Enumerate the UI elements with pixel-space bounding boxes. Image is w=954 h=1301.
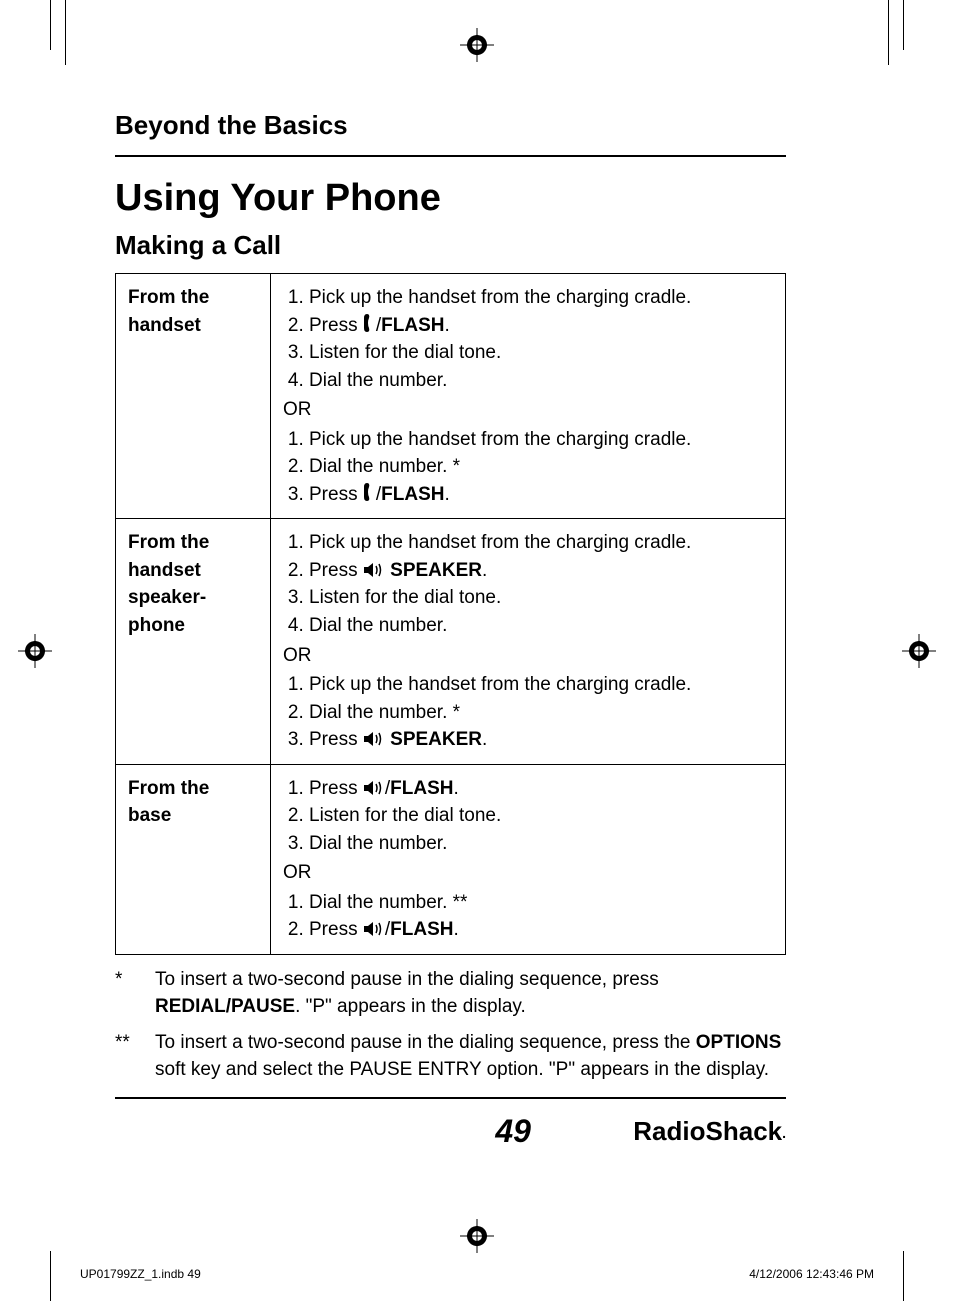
footnote-mark: ** bbox=[115, 1030, 155, 1083]
steps-list: Pick up the handset from the charging cr… bbox=[283, 529, 773, 639]
steps-list: Pick up the handset from the charging cr… bbox=[283, 426, 773, 509]
step-item: Press SPEAKER. bbox=[309, 557, 773, 585]
speaker-icon bbox=[363, 921, 385, 937]
step-item: Dial the number. bbox=[309, 612, 773, 640]
registration-mark-icon bbox=[18, 634, 52, 668]
horizontal-rule bbox=[115, 155, 786, 157]
footnotes-block: *To insert a two-second pause in the dia… bbox=[115, 967, 786, 1083]
step-item: Listen for the dial tone. bbox=[309, 802, 773, 830]
registration-mark-icon bbox=[902, 634, 936, 668]
instructions-table: From thehandset Pick up the handset from … bbox=[115, 273, 786, 955]
step-item: Dial the number. ** bbox=[309, 889, 773, 917]
footnote-text: To insert a two-second pause in the dial… bbox=[155, 1030, 786, 1083]
steps-list: Dial the number. **Press /FLASH. bbox=[283, 889, 773, 944]
step-item: Dial the number. * bbox=[309, 453, 773, 481]
step-item: Press SPEAKER. bbox=[309, 726, 773, 754]
or-separator: OR bbox=[283, 396, 773, 424]
or-separator: OR bbox=[283, 642, 773, 670]
step-item: Press /FLASH. bbox=[309, 775, 773, 803]
footnote: *To insert a two-second pause in the dia… bbox=[115, 967, 786, 1020]
step-item: Listen for the dial tone. bbox=[309, 339, 773, 367]
row-label: From thebase bbox=[116, 764, 271, 954]
section-title: Beyond the Basics bbox=[115, 110, 786, 141]
speaker-icon bbox=[363, 562, 385, 578]
step-item: Pick up the handset from the charging cr… bbox=[309, 426, 773, 454]
or-separator: OR bbox=[283, 859, 773, 887]
row-steps: Pick up the handset from the charging cr… bbox=[271, 519, 786, 764]
row-label: From thehandset bbox=[116, 274, 271, 519]
step-item: Press /FLASH. bbox=[309, 916, 773, 944]
print-file-info: UP01799ZZ_1.indb 49 bbox=[80, 1267, 201, 1281]
registration-mark-icon bbox=[460, 28, 494, 62]
table-row: From thehandsetspeaker-phone Pick up the … bbox=[116, 519, 786, 764]
step-item: Pick up the handset from the charging cr… bbox=[309, 284, 773, 312]
step-item: Listen for the dial tone. bbox=[309, 584, 773, 612]
row-steps: Press /FLASH.Listen for the dial tone.Di… bbox=[271, 764, 786, 954]
step-item: Dial the number. * bbox=[309, 699, 773, 727]
footnote-text: To insert a two-second pause in the dial… bbox=[155, 967, 786, 1020]
steps-list: Pick up the handset from the charging cr… bbox=[283, 284, 773, 394]
print-footer: UP01799ZZ_1.indb 49 4/12/2006 12:43:46 P… bbox=[80, 1267, 874, 1281]
step-item: Dial the number. bbox=[309, 830, 773, 858]
main-title: Using Your Phone bbox=[115, 177, 786, 220]
steps-list: Press /FLASH.Listen for the dial tone.Di… bbox=[283, 775, 773, 858]
print-timestamp: 4/12/2006 12:43:46 PM bbox=[749, 1267, 874, 1281]
sub-title: Making a Call bbox=[115, 230, 786, 261]
table-row: From thebasePress /FLASH.Listen for the … bbox=[116, 764, 786, 954]
steps-list: Pick up the handset from the charging cr… bbox=[283, 671, 773, 754]
speaker-icon bbox=[363, 780, 385, 796]
step-item: Pick up the handset from the charging cr… bbox=[309, 671, 773, 699]
brand-logo: RadioShack. bbox=[633, 1116, 786, 1147]
speaker-icon bbox=[363, 731, 385, 747]
footnote: **To insert a two-second pause in the di… bbox=[115, 1030, 786, 1083]
row-steps: Pick up the handset from the charging cr… bbox=[271, 274, 786, 519]
registration-mark-icon bbox=[460, 1219, 494, 1253]
step-item: Pick up the handset from the charging cr… bbox=[309, 529, 773, 557]
page-number: 49 bbox=[495, 1113, 531, 1150]
handset-icon bbox=[363, 482, 376, 502]
row-label: From thehandsetspeaker-phone bbox=[116, 519, 271, 764]
step-item: Press /FLASH. bbox=[309, 481, 773, 509]
footnote-mark: * bbox=[115, 967, 155, 1020]
horizontal-rule bbox=[115, 1097, 786, 1099]
table-row: From thehandset Pick up the handset from … bbox=[116, 274, 786, 519]
step-item: Dial the number. bbox=[309, 367, 773, 395]
step-item: Press /FLASH. bbox=[309, 312, 773, 340]
handset-icon bbox=[363, 313, 376, 333]
